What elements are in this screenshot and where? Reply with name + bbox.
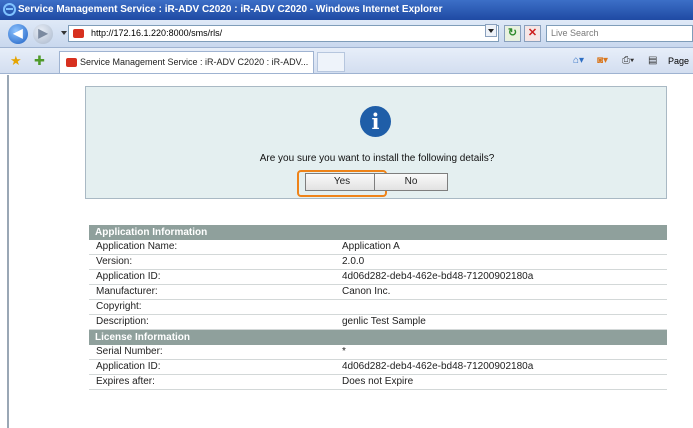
ie-logo-icon <box>3 3 16 16</box>
history-dropdown-icon[interactable] <box>61 31 67 35</box>
window-title: Service Management Service : iR-ADV C202… <box>18 4 443 15</box>
address-toolbar: ◀ ▶ http://172.16.1.220:8000/sms/rls/ ↻ … <box>0 20 693 48</box>
detail-value: genlic Test Sample <box>342 316 426 327</box>
page-menu[interactable]: Page <box>668 54 689 68</box>
detail-label: Application ID: <box>96 361 161 372</box>
detail-row: Serial Number: * <box>89 345 667 360</box>
detail-row: Application ID: 4d06d282-deb4-462e-bd48-… <box>89 270 667 285</box>
detail-row: Application Name: Application A <box>89 240 667 255</box>
detail-label: Expires after: <box>96 376 155 387</box>
tab-title: Service Management Service : iR-ADV C202… <box>80 57 309 67</box>
detail-value: * <box>342 346 346 357</box>
no-button[interactable]: No <box>374 173 448 191</box>
print-icon[interactable]: ⎙▾ <box>622 54 634 68</box>
tab-favicon-icon <box>66 58 77 67</box>
detail-label: Serial Number: <box>96 346 163 357</box>
tab-active[interactable]: Service Management Service : iR-ADV C202… <box>59 51 314 73</box>
detail-value: 4d06d282-deb4-462e-bd48-71200902180a <box>342 271 534 282</box>
confirmation-question: Are you sure you want to install the fol… <box>259 153 495 164</box>
install-details: Application Information Application Name… <box>89 225 667 390</box>
detail-label: Version: <box>96 256 133 267</box>
detail-value: Canon Inc. <box>342 286 391 297</box>
detail-label: Application ID: <box>96 271 161 282</box>
detail-row: Application ID: 4d06d282-deb4-462e-bd48-… <box>89 360 667 375</box>
refresh-icon[interactable]: ↻ <box>504 25 521 42</box>
detail-label: Manufacturer: <box>96 286 158 297</box>
site-favicon-icon <box>73 29 84 38</box>
tab-toolbar: ★ ✚ Service Management Service : iR-ADV … <box>0 48 693 74</box>
address-text: http://172.16.1.220:8000/sms/rls/ <box>91 28 223 38</box>
search-input[interactable]: Live Search <box>546 25 693 42</box>
feeds-icon[interactable]: ◙▾ <box>597 54 608 68</box>
detail-label: Copyright: <box>96 301 142 312</box>
detail-row: Version: 2.0.0 <box>89 255 667 270</box>
page-left-border <box>7 75 9 428</box>
detail-row: Manufacturer: Canon Inc. <box>89 285 667 300</box>
detail-label: Application Name: <box>96 241 178 252</box>
info-icon: i <box>360 106 391 137</box>
detail-row: Expires after: Does not Expire <box>89 375 667 390</box>
address-dropdown-button[interactable] <box>485 24 497 37</box>
address-bar[interactable]: http://172.16.1.220:8000/sms/rls/ <box>68 25 499 42</box>
section-application-information: Application Information <box>89 225 667 240</box>
detail-row: Copyright: <box>89 300 667 315</box>
new-tab-button[interactable] <box>317 52 345 72</box>
page-content: i Are you sure you want to install the f… <box>0 75 693 428</box>
detail-value: Application A <box>342 241 400 252</box>
home-icon[interactable]: ⌂▾ <box>573 54 584 68</box>
window-title-bar[interactable]: Service Management Service : iR-ADV C202… <box>0 0 693 20</box>
detail-value: 2.0.0 <box>342 256 365 267</box>
detail-label: Description: <box>96 316 149 327</box>
detail-value: 4d06d282-deb4-462e-bd48-71200902180a <box>342 361 534 372</box>
section-license-information: License Information <box>89 330 667 345</box>
forward-button[interactable]: ▶ <box>33 24 53 44</box>
detail-value: Does not Expire <box>342 376 414 387</box>
page-icon[interactable]: ▤ <box>648 54 657 68</box>
back-button[interactable]: ◀ <box>8 24 28 44</box>
add-favorites-icon[interactable]: ✚ <box>34 53 45 68</box>
favorites-star-icon[interactable]: ★ <box>10 53 22 68</box>
stop-icon[interactable]: ✕ <box>524 25 541 42</box>
yes-button[interactable]: Yes <box>305 173 379 191</box>
detail-row: Description: genlic Test Sample <box>89 315 667 330</box>
confirmation-panel: i Are you sure you want to install the f… <box>85 86 667 199</box>
